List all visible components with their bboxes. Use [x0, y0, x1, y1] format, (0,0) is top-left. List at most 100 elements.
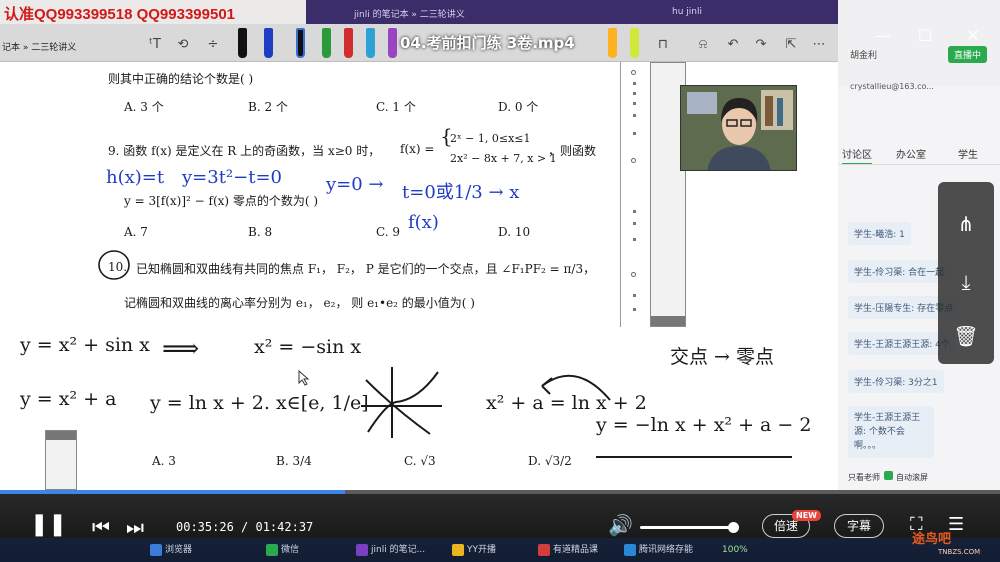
tab-office[interactable]: 办公室 [896, 146, 926, 161]
task-notebook[interactable]: jinli 的笔记... [352, 540, 436, 560]
task-yy[interactable]: YY开播 [448, 540, 528, 560]
ink-blue-3: y=0 → [326, 174, 384, 195]
site-logo: 途鸟吧 [912, 532, 952, 547]
close-icon[interactable]: ✕ [962, 28, 984, 44]
new-badge: NEW [792, 510, 821, 521]
auto-scroll-toggle[interactable]: 自动滚屏 [896, 472, 928, 483]
q10-option-d: D. √3/2 [528, 454, 572, 468]
ink-black-3: x² = −sin x [254, 336, 362, 358]
q8-intro: 则其中正确的结论个数是( ) [108, 72, 254, 86]
pen-blue-icon[interactable] [264, 28, 273, 58]
pen-cyan-icon[interactable] [366, 28, 375, 58]
scroll-dot-top [631, 70, 636, 75]
scroll-tick [633, 294, 636, 297]
pen-red-icon[interactable] [344, 28, 353, 58]
shape-icon[interactable]: ⊓ [654, 36, 672, 54]
undo-icon[interactable]: ↶ [724, 36, 742, 54]
ink-underline [596, 456, 792, 458]
ink-arrow-curve [541, 374, 611, 401]
ink-black-1: y = x² + sin x [20, 334, 150, 356]
page-scrollbar[interactable] [620, 62, 648, 327]
maximize-icon[interactable]: ☐ [914, 28, 936, 44]
notebook-tab[interactable]: jinli 的笔记本 » 二三轮讲义 hu jinli [306, 0, 846, 24]
highlighter-icon[interactable] [608, 28, 617, 58]
ink-black-4: 交点 → 零点 [670, 346, 774, 368]
only-teacher-toggle[interactable]: 只看老师 [848, 472, 880, 483]
yy-icon [452, 543, 464, 556]
q8-option-a: A. 3 个 [124, 100, 164, 114]
task-label: YY开播 [467, 545, 496, 555]
bell-icon[interactable]: ⍾ [694, 36, 712, 54]
time-separator: / [233, 520, 256, 534]
pen-black-icon[interactable] [238, 28, 247, 58]
minimize-icon[interactable]: — [872, 28, 894, 44]
pen-purple-icon[interactable] [388, 28, 397, 58]
time-readout: 00:35:26 / 01:42:37 [176, 520, 313, 534]
pen-green-icon[interactable] [322, 28, 331, 58]
scroll-tick [633, 222, 636, 225]
chat-message: 学生-曦浩: 1 [848, 222, 911, 245]
tencent-icon [624, 543, 636, 556]
wechat-icon [266, 543, 278, 556]
share-arrow-icon[interactable]: ⇱ [782, 36, 800, 54]
task-browser[interactable]: 浏览器 [146, 540, 250, 560]
chat-message: 学生-伶习渠: 3分之1 [848, 370, 944, 393]
volume-knob[interactable] [728, 522, 739, 533]
q9-tail: ，则函数 [548, 144, 597, 158]
site-url: TNBZS.COM [938, 548, 981, 556]
subtitle-button[interactable]: 字幕 [834, 514, 884, 538]
download-icon[interactable]: ⤓ [938, 270, 994, 294]
current-time: 00:35:26 [176, 520, 234, 534]
previous-icon[interactable]: ⏮ [92, 517, 110, 537]
teacher-portrait [681, 86, 796, 170]
task-label: 腾讯网络存能 [639, 545, 694, 555]
q8-option-d: D. 0 个 [498, 100, 539, 114]
q9-option-c: C. 9 [376, 225, 401, 239]
scroll-tick [633, 92, 636, 95]
tab-students[interactable]: 学生 [958, 146, 978, 161]
pause-icon[interactable]: ❚❚ [30, 514, 67, 536]
mouse-cursor-icon [298, 370, 310, 386]
checkbox-icon[interactable] [884, 471, 893, 480]
task-wechat[interactable]: 微信 [262, 540, 338, 560]
scroll-tick [633, 210, 636, 213]
total-time: 01:42:37 [255, 520, 314, 534]
delete-icon[interactable]: 🗑 [938, 324, 994, 348]
divide-icon[interactable]: ÷ [204, 36, 222, 54]
q10-option-a: A. 3 [152, 454, 176, 468]
lasso-icon[interactable]: ⟲ [174, 36, 192, 54]
share-panel: ⋔ ⤓ 🗑 [938, 182, 994, 364]
scroll-tick [633, 308, 636, 311]
volume-icon[interactable]: 🔊 [608, 515, 633, 535]
youdao-icon [538, 543, 550, 556]
q10-circle-mark [98, 250, 130, 280]
tab-discussion[interactable]: 讨论区 [842, 146, 872, 165]
pen-selected-icon[interactable] [296, 28, 305, 58]
slider-cap [46, 431, 76, 440]
task-tencent[interactable]: 腾讯网络存能 [620, 540, 708, 560]
task-label: jinli 的笔记... [371, 545, 426, 555]
task-label: 微信 [281, 545, 300, 555]
ink-black-8: y = −ln x + x² + a − 2 [596, 414, 812, 436]
next-icon[interactable]: ⏭ [126, 517, 144, 537]
task-label: 有道精品课 [553, 545, 599, 555]
onenote-icon [356, 543, 368, 556]
chat-email: crystallieu@163.co... [850, 82, 934, 91]
more-icon[interactable]: ⋯ [810, 36, 828, 54]
notebook-tab-title: jinli 的笔记本 » 二三轮讲义 [354, 10, 465, 20]
chat-message: 学生-王源王源王源: 个数不会啊。。。 [848, 406, 934, 458]
q9-stem-2: y = 3[f(x)]² − f(x) 零点的个数为( ) [124, 194, 319, 208]
task-youdao[interactable]: 有道精品课 [534, 540, 614, 560]
q9-option-b: B. 8 [248, 225, 273, 239]
share-icon[interactable]: ⋔ [938, 212, 994, 236]
q9-fx: f(x) = [400, 142, 435, 156]
highlighter-green-icon[interactable] [630, 28, 639, 58]
q8-option-b: B. 2 个 [248, 100, 288, 114]
ink-black-5: y = x² + a [20, 388, 117, 410]
chat-divider [838, 164, 1000, 165]
redo-icon[interactable]: ↷ [752, 36, 770, 54]
ink-blue-5: f(x) [408, 212, 439, 233]
volume-track[interactable] [640, 526, 736, 529]
text-tool-icon[interactable]: ᵗT [146, 36, 164, 54]
left-slider-panel[interactable] [45, 430, 77, 490]
